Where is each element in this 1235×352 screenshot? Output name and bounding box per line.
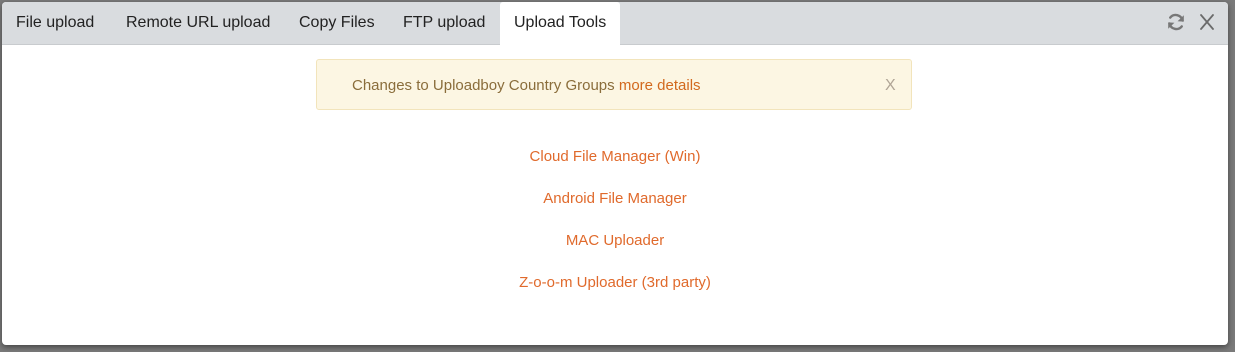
android-file-manager-link[interactable]: Android File Manager xyxy=(2,188,1228,210)
tab-remote-url-upload[interactable]: Remote URL upload xyxy=(112,2,284,44)
refresh-icon xyxy=(1168,13,1184,31)
more-details-link[interactable]: more details xyxy=(619,77,701,94)
alert-text: Changes to Uploadboy Country Groups xyxy=(352,77,619,94)
tab-copy-files[interactable]: Copy Files xyxy=(285,2,389,44)
announcement-alert: Changes to Uploadboy Country Groups more… xyxy=(316,59,912,110)
tab-bar: File upload Remote URL upload Copy Files… xyxy=(2,2,1228,45)
tab-file-upload[interactable]: File upload xyxy=(2,2,108,44)
upload-dialog: File upload Remote URL upload Copy Files… xyxy=(2,2,1228,345)
tab-ftp-upload[interactable]: FTP upload xyxy=(389,2,499,44)
mac-uploader-link[interactable]: MAC Uploader xyxy=(2,230,1228,252)
alert-message: Changes to Uploadboy Country Groups more… xyxy=(352,60,701,111)
zoom-uploader-link[interactable]: Z-o-o-m Uploader (3rd party) xyxy=(2,272,1228,294)
tab-upload-tools[interactable]: Upload Tools xyxy=(500,2,621,45)
alert-close-button[interactable]: X xyxy=(885,76,896,96)
cloud-file-manager-link[interactable]: Cloud File Manager (Win) xyxy=(2,146,1228,168)
close-button[interactable] xyxy=(1195,10,1219,34)
refresh-button[interactable] xyxy=(1164,10,1188,34)
close-icon xyxy=(1200,14,1214,30)
